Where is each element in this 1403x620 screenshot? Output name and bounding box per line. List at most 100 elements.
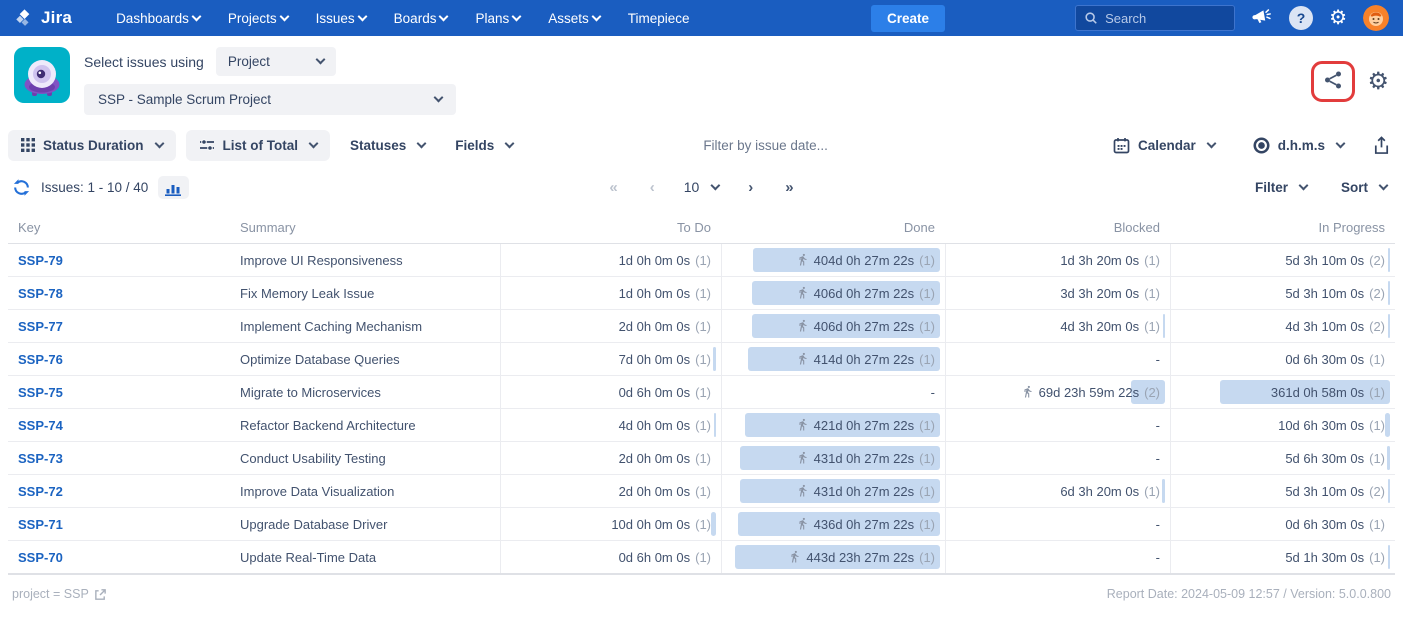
prev-page-button[interactable]: ‹	[641, 177, 664, 198]
duration-count: (1)	[919, 451, 935, 466]
duration-cell: 5d 3h 10m 0s(2)	[1170, 244, 1395, 276]
nav-item-plans[interactable]: Plans	[463, 5, 532, 32]
duration-cell: 421d 0h 27m 22s(1)	[721, 409, 945, 441]
issue-key-link[interactable]: SSP-75	[18, 385, 63, 400]
summary-cell: Improve Data Visualization	[230, 475, 500, 507]
global-search[interactable]	[1075, 5, 1235, 31]
next-page-button[interactable]: ›	[739, 177, 762, 198]
view-mode-dropdown[interactable]: List of Total	[186, 130, 331, 161]
navbar-settings-gear-icon[interactable]: ⚙	[1329, 8, 1347, 28]
report-toolbar: Status Duration List of Total Statuses F…	[0, 127, 1403, 163]
chevron-down-icon	[309, 138, 319, 148]
user-avatar[interactable]	[1363, 5, 1389, 31]
duration-text: 0d 6h 0m 0s	[619, 385, 691, 400]
chevron-down-icon	[434, 93, 444, 103]
col-header-key: Key	[8, 211, 230, 243]
share-icon	[1322, 69, 1344, 91]
time-format-dropdown[interactable]: d.h.m.s	[1243, 129, 1354, 162]
filter-dropdown[interactable]: Filter	[1251, 174, 1311, 201]
summary-cell: Optimize Database Queries	[230, 343, 500, 375]
duration-count: (1)	[1369, 517, 1385, 532]
duration-cell: -	[721, 376, 945, 408]
nav-item-projects[interactable]: Projects	[216, 5, 300, 32]
duration-cell: 1d 0h 0m 0s(1)	[500, 277, 721, 309]
issue-key-link[interactable]: SSP-78	[18, 286, 63, 301]
statuses-dropdown[interactable]: Statuses	[340, 130, 435, 161]
nav-item-assets[interactable]: Assets	[536, 5, 612, 32]
share-annotation-highlight[interactable]	[1311, 61, 1355, 102]
export-icon[interactable]	[1372, 135, 1395, 155]
issue-summary: Fix Memory Leak Issue	[240, 286, 374, 301]
issue-key-link[interactable]: SSP-77	[18, 319, 63, 334]
duration-text: 431d 0h 27m 22s	[814, 451, 914, 466]
selection-mode-dropdown[interactable]: Project	[216, 47, 336, 76]
duration-count: (1)	[695, 550, 711, 565]
chevron-down-icon	[154, 138, 164, 148]
search-icon	[1084, 11, 1098, 25]
project-dropdown[interactable]: SSP - Sample Scrum Project	[84, 84, 456, 115]
duration-bar	[1388, 545, 1390, 569]
duration-count: (1)	[919, 253, 935, 268]
table-header-row: Key Summary To Do Done Blocked In Progre…	[8, 211, 1395, 244]
issue-key-link[interactable]: SSP-72	[18, 484, 63, 499]
duration-text: 436d 0h 27m 22s	[814, 517, 914, 532]
chart-view-button[interactable]	[158, 176, 189, 199]
sort-dropdown[interactable]: Sort	[1337, 174, 1391, 201]
create-button[interactable]: Create	[871, 5, 945, 32]
duration-cell: 361d 0h 58m 0s(1)	[1170, 376, 1395, 408]
key-cell: SSP-74	[8, 409, 230, 441]
fields-dropdown[interactable]: Fields	[445, 130, 523, 161]
help-icon[interactable]: ?	[1289, 6, 1313, 30]
first-page-button[interactable]: «	[600, 177, 626, 198]
duration-cell: 10d 6h 30m 0s(1)	[1170, 409, 1395, 441]
duration-cell: 5d 6h 30m 0s(1)	[1170, 442, 1395, 474]
page-size-dropdown[interactable]: 10	[678, 177, 726, 197]
duration-cell: 10d 0h 0m 0s(1)	[500, 508, 721, 540]
running-status-icon	[788, 550, 801, 563]
issue-key-link[interactable]: SSP-73	[18, 451, 63, 466]
duration-count: (1)	[695, 352, 711, 367]
nav-item-label: Issues	[316, 11, 355, 26]
table-row: SSP-71Upgrade Database Driver10d 0h 0m 0…	[8, 508, 1395, 541]
issue-key-link[interactable]: SSP-70	[18, 550, 63, 565]
filter-label: Filter	[1255, 180, 1288, 195]
fields-label: Fields	[455, 138, 494, 153]
nav-item-boards[interactable]: Boards	[382, 5, 460, 32]
duration-text: 431d 0h 27m 22s	[814, 484, 914, 499]
nav-item-timepiece[interactable]: Timepiece	[616, 5, 702, 32]
duration-bar	[711, 512, 716, 536]
duration-text: 5d 3h 10m 0s	[1285, 484, 1364, 499]
duration-count: (1)	[695, 253, 711, 268]
issue-summary: Optimize Database Queries	[240, 352, 400, 367]
report-type-dropdown[interactable]: Status Duration	[8, 130, 176, 161]
issue-date-filter-input[interactable]: Filter by issue date...	[703, 138, 828, 153]
nav-item-dashboards[interactable]: Dashboards	[104, 5, 212, 32]
refresh-icon[interactable]	[12, 178, 31, 197]
jira-logo[interactable]: Jira	[14, 8, 72, 29]
duration-count: (2)	[1144, 385, 1160, 400]
megaphone-icon[interactable]	[1251, 8, 1273, 28]
running-status-icon	[796, 484, 809, 497]
issue-key-link[interactable]: SSP-76	[18, 352, 63, 367]
calendar-dropdown[interactable]: Calendar	[1103, 129, 1225, 162]
duration-count: (1)	[919, 286, 935, 301]
issue-key-link[interactable]: SSP-79	[18, 253, 63, 268]
last-page-button[interactable]: »	[776, 177, 802, 198]
issue-key-link[interactable]: SSP-71	[18, 517, 63, 532]
search-input[interactable]	[1105, 11, 1215, 26]
col-header-done: Done	[721, 211, 945, 243]
nav-item-label: Plans	[475, 11, 509, 26]
jql-link[interactable]: project = SSP	[12, 587, 107, 601]
duration-count: (2)	[1369, 484, 1385, 499]
duration-cell: 4d 0h 0m 0s(1)	[500, 409, 721, 441]
duration-text: 406d 0h 27m 22s	[814, 319, 914, 334]
sort-label: Sort	[1341, 180, 1368, 195]
duration-cell: 436d 0h 27m 22s(1)	[721, 508, 945, 540]
running-status-icon	[796, 418, 809, 431]
issue-key-link[interactable]: SSP-74	[18, 418, 63, 433]
summary-cell: Refactor Backend Architecture	[230, 409, 500, 441]
duration-count: (1)	[919, 418, 935, 433]
report-settings-gear-icon[interactable]: ⚙	[1367, 70, 1389, 94]
nav-item-issues[interactable]: Issues	[304, 5, 378, 32]
duration-count: (1)	[695, 286, 711, 301]
